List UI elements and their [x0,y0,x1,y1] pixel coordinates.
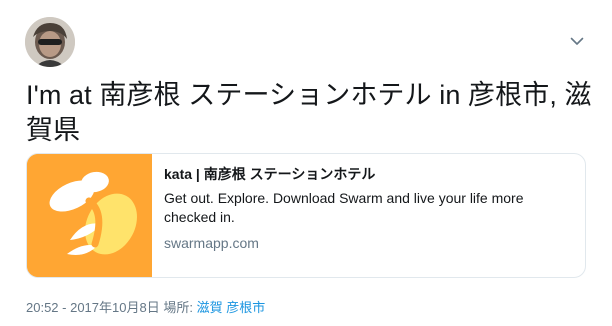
chevron-down-icon [570,37,584,45]
tweet-metadata: 20:52 - 2017年10月8日 場所: 滋賀 彦根市 [26,300,265,316]
card-title: kata | 南彦根 ステーションホテル [164,166,376,182]
swarm-bee-logo-icon [27,154,152,277]
link-card[interactable]: kata | 南彦根 ステーションホテル Get out. Explore. D… [26,153,586,278]
tweet-menu-button[interactable] [566,32,588,50]
user-avatar-photo-icon [25,17,75,67]
card-body: kata | 南彦根 ステーションホテル Get out. Explore. D… [152,154,585,277]
tweet-text: I'm at 南彦根 ステーションホテル in 彦根市, 滋賀県 [26,80,592,145]
tweet-timestamp[interactable]: 20:52 - 2017年10月8日 [26,300,160,315]
card-domain: swarmapp.com [164,235,259,251]
card-thumbnail [27,154,152,277]
card-description: Get out. Explore. Download Swarm and liv… [164,190,524,225]
place-prefix: 場所: [163,300,193,315]
avatar[interactable] [25,17,75,67]
place-link[interactable]: 滋賀 彦根市 [197,300,266,315]
